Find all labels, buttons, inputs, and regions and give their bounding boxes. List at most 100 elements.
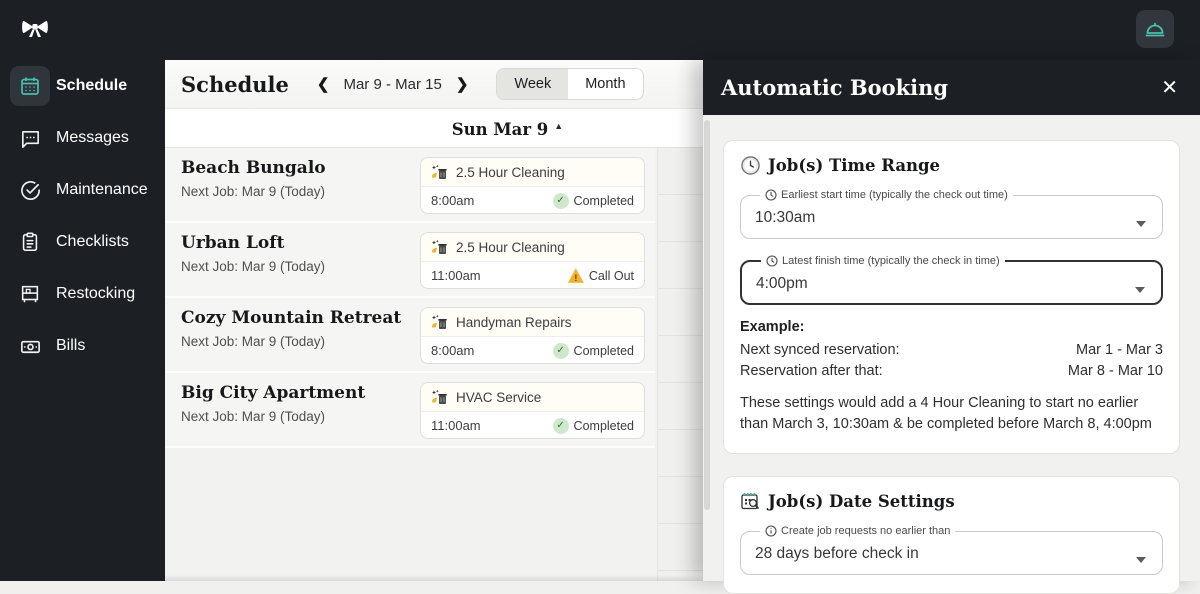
shelf-icon [18, 282, 42, 306]
date-navigation: ❮ Mar 9 - Mar 15 ❯ [313, 73, 473, 95]
job-title: HVAC Service [456, 390, 541, 405]
example-heading: Example: [740, 319, 1163, 335]
status-icon: ✓ [553, 193, 569, 209]
job-time: 11:00am [431, 268, 481, 283]
sidebar-item-label: Bills [56, 337, 85, 355]
next-job-label: Next Job: Mar 9 (Today) [181, 409, 325, 424]
chevron-down-icon [1135, 287, 1145, 293]
job-time: 11:00am [431, 418, 481, 433]
day-column-header: Sun Mar 9 ▲ [165, 108, 703, 148]
sidebar-item-label: Schedule [56, 77, 127, 95]
sidebar-item-label: Maintenance [56, 181, 148, 199]
earliest-start-time-select[interactable]: Earliest start time (typically the check… [740, 189, 1163, 239]
table-row: Big City Apartment Next Job: Mar 9 (Toda… [165, 373, 655, 448]
example-label: Next synced reservation: [740, 342, 900, 358]
table-row: Cozy Mountain Retreat Next Job: Mar 9 (T… [165, 298, 655, 373]
calendar-icon [10, 66, 50, 106]
sidebar-item-schedule[interactable]: Schedule [0, 60, 165, 112]
status-badge: ! Call Out [568, 268, 634, 284]
example-block: Example: Next synced reservation: Mar 1 … [740, 319, 1163, 435]
sidebar-item-messages[interactable]: Messages [0, 112, 165, 164]
clock-small-icon [765, 189, 777, 201]
field-value: 4:00pm [756, 275, 1147, 293]
status-icon: ! [568, 268, 584, 284]
panel-title: Automatic Booking [721, 75, 948, 100]
example-note: These settings would add a 4 Hour Cleani… [740, 393, 1163, 435]
sidebar-item-maintenance[interactable]: Maintenance [0, 164, 165, 216]
top-bar [0, 0, 1200, 60]
job-time: 8:00am [431, 343, 474, 358]
cleaning-job-icon [431, 314, 448, 331]
job-card[interactable]: Handyman Repairs 8:00am ✓ Completed [420, 307, 645, 364]
cleaning-job-icon [431, 239, 448, 256]
table-row: Urban Loft Next Job: Mar 9 (Today) [165, 223, 655, 298]
info-icon [765, 525, 777, 537]
panel-scrollbar[interactable] [704, 120, 710, 510]
cleaning-job-icon [431, 164, 448, 181]
service-tray-button[interactable] [1136, 10, 1174, 48]
latest-finish-time-select[interactable]: Latest finish time (typically the check … [740, 255, 1163, 305]
section-heading: Job(s) Time Range [768, 156, 940, 175]
status-label: Completed [574, 419, 634, 433]
property-name[interactable]: Beach Bungalo [181, 158, 326, 178]
status-badge: ✓ Completed [553, 193, 634, 209]
sort-ascending-icon[interactable]: ▲ [554, 121, 563, 131]
view-toggle: Week Month [496, 68, 643, 100]
job-title: 2.5 Hour Cleaning [456, 240, 565, 255]
status-label: Completed [574, 344, 634, 358]
date-settings-card: Job(s) Date Settings Create job requests… [723, 476, 1180, 594]
bow-logo-icon [18, 13, 52, 47]
property-name[interactable]: Urban Loft [181, 233, 284, 253]
field-label: Create job requests no earlier than [781, 525, 950, 537]
next-week-button[interactable]: ❯ [452, 73, 473, 95]
property-rows: Beach Bungalo Next Job: Mar 9 (Today) [165, 148, 655, 448]
close-icon[interactable]: ✕ [1161, 78, 1178, 98]
property-name[interactable]: Cozy Mountain Retreat [181, 308, 401, 328]
job-title: Handyman Repairs [456, 315, 572, 330]
banknote-icon [18, 334, 42, 358]
chevron-down-icon [1136, 221, 1146, 227]
example-label: Reservation after that: [740, 363, 883, 379]
job-card[interactable]: HVAC Service 11:00am ✓ Completed [420, 382, 645, 439]
panel-header: Automatic Booking ✕ [703, 60, 1200, 115]
sidebar: Schedule Messages Maintenance [0, 60, 165, 581]
next-day-column-partial [657, 148, 703, 581]
table-row: Beach Bungalo Next Job: Mar 9 (Today) [165, 148, 655, 223]
status-icon: ✓ [553, 418, 569, 434]
job-card[interactable]: 2.5 Hour Cleaning 11:00am ! Call Out [420, 232, 645, 289]
sidebar-item-label: Restocking [56, 285, 135, 303]
cleaning-job-icon [431, 389, 448, 406]
status-badge: ✓ Completed [553, 418, 634, 434]
week-view-button[interactable]: Week [497, 69, 568, 99]
clock-icon [740, 155, 760, 175]
job-time: 8:00am [431, 193, 474, 208]
clock-small-icon [766, 255, 778, 267]
next-job-label: Next Job: Mar 9 (Today) [181, 259, 325, 274]
field-label: Earliest start time (typically the check… [781, 189, 1008, 201]
sidebar-item-bills[interactable]: Bills [0, 320, 165, 372]
status-badge: ✓ Completed [553, 343, 634, 359]
job-card[interactable]: 2.5 Hour Cleaning 8:00am ✓ Completed [420, 157, 645, 214]
day-header-label[interactable]: Sun Mar 9 [452, 120, 549, 139]
status-icon: ✓ [553, 343, 569, 359]
sidebar-item-checklists[interactable]: Checklists [0, 216, 165, 268]
prev-week-button[interactable]: ❮ [313, 73, 334, 95]
field-value: 28 days before check in [755, 545, 1148, 563]
month-view-button[interactable]: Month [568, 69, 642, 99]
status-label: Completed [574, 194, 634, 208]
chat-bubble-icon [18, 126, 42, 150]
status-label: Call Out [589, 269, 634, 283]
page-title: Schedule [181, 72, 289, 97]
automatic-booking-panel: Automatic Booking ✕ Job(s) Time Range [703, 60, 1200, 581]
calendar-search-icon [740, 491, 760, 511]
example-value: Mar 8 - Mar 10 [1068, 363, 1163, 379]
field-value: 10:30am [755, 209, 1148, 227]
sidebar-item-label: Checklists [56, 233, 129, 251]
example-value: Mar 1 - Mar 3 [1076, 342, 1163, 358]
sidebar-item-restocking[interactable]: Restocking [0, 268, 165, 320]
job-request-lead-time-select[interactable]: Create job requests no earlier than 28 d… [740, 525, 1163, 575]
property-name[interactable]: Big City Apartment [181, 383, 365, 403]
next-job-label: Next Job: Mar 9 (Today) [181, 334, 325, 349]
job-title: 2.5 Hour Cleaning [456, 165, 565, 180]
check-circle-icon [18, 178, 42, 202]
